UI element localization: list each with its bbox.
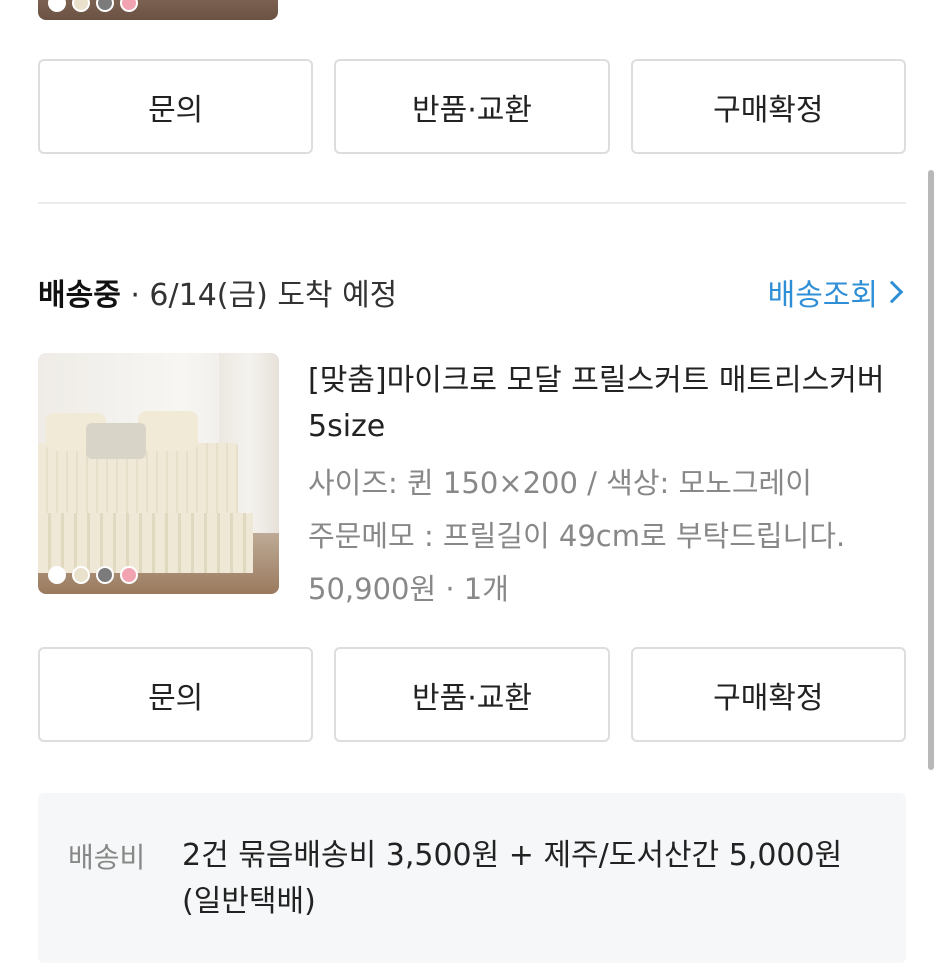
track-shipment-link[interactable]: 배송조회 [767, 270, 904, 314]
swatch-ivory [72, 0, 90, 12]
shipping-fee-label: 배송비 [68, 841, 146, 874]
confirm-purchase-button[interactable]: 구매확정 [630, 647, 906, 742]
scrollbar[interactable] [928, 170, 934, 770]
shipping-fee-value: 2건 묶음배송비 3,500원 + 제주/도서산간 5,000원 (일반택배) [182, 838, 843, 919]
swatch-ivory [72, 566, 90, 584]
color-swatches [48, 566, 138, 584]
color-swatches [48, 0, 138, 12]
return-exchange-button[interactable]: 반품·교환 [334, 59, 610, 154]
product-title[interactable]: [맞춤]마이크로 모달 프릴스커트 매트리스커버 5size [308, 358, 908, 450]
swatch-gray [96, 566, 114, 584]
status-label: 배송중 [38, 278, 121, 313]
confirm-purchase-button[interactable]: 구매확정 [630, 59, 906, 154]
shipment-status: 배송중 · 6/14(금) 도착 예정 [38, 270, 397, 314]
inquiry-button[interactable]: 문의 [38, 647, 314, 742]
swatch-white [48, 566, 66, 584]
return-exchange-button[interactable]: 반품·교환 [334, 647, 610, 742]
product-option: 사이즈: 퀸 150×200 / 색상: 모노그레이 [308, 466, 812, 500]
swatch-pink [120, 0, 138, 12]
prev-product-image[interactable] [38, 0, 278, 20]
chevron-right-icon [880, 280, 904, 304]
eta-text: 6/14(금) 도착 예정 [149, 278, 398, 313]
product-image[interactable] [38, 353, 279, 594]
track-label: 배송조회 [767, 278, 878, 313]
price-quantity: 50,900원 · 1개 [308, 572, 509, 606]
image-bed-skirt [38, 513, 253, 573]
bottom-action-row: 문의 반품·교환 구매확정 [38, 647, 906, 742]
status-separator: · [120, 278, 150, 313]
image-pillow [86, 423, 146, 459]
swatch-gray [96, 0, 114, 12]
image-pillow [138, 411, 198, 451]
order-memo: 주문메모 : 프릴길이 49cm로 부탁드립니다. [308, 519, 846, 553]
section-divider [38, 202, 906, 204]
inquiry-button[interactable]: 문의 [38, 59, 314, 154]
swatch-white [48, 0, 66, 12]
top-action-row: 문의 반품·교환 구매확정 [38, 59, 906, 154]
swatch-pink [120, 566, 138, 584]
